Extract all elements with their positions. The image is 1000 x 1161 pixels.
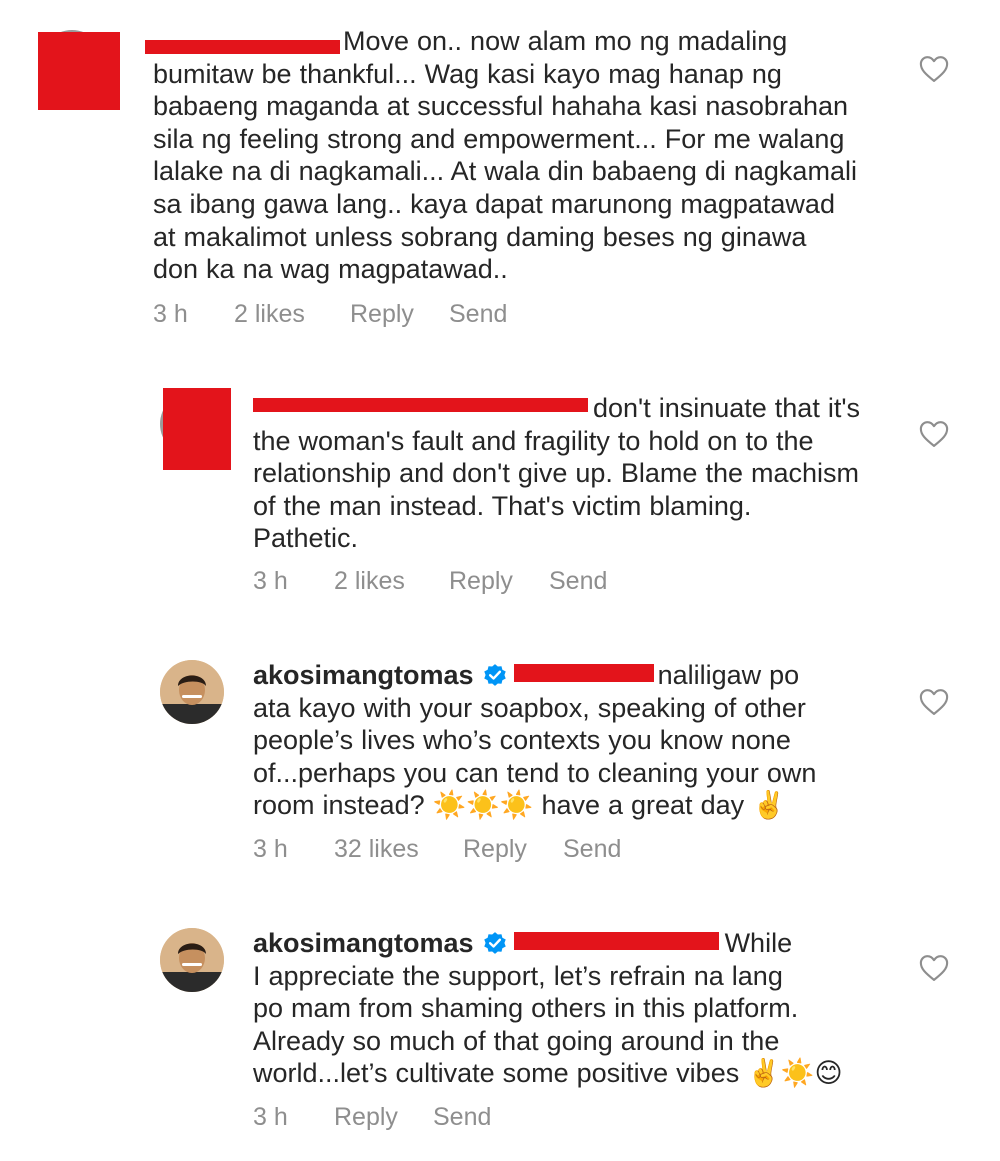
comment-line: room instead? ☀️☀️☀️ have a great day ✌️ [253,790,786,821]
comment-line: sila ng feeling strong and empowerment..… [153,123,845,154]
comment-line: at makalimot unless sobrang daming beses… [153,221,807,252]
comment-line: bumitaw be thankful... Wag kasi kayo mag… [153,58,782,89]
comment-line: ata kayo with your soapbox, speaking of … [253,692,806,723]
profile-photo [160,928,224,992]
comment-line-text: naliligaw po [657,660,800,690]
likes-count[interactable]: 2 likes [234,300,305,329]
comment-text: akosimangtomas While I appreciate the sup… [253,927,913,1090]
heart-outline-icon[interactable] [919,55,949,83]
timestamp: 3 h [253,1103,288,1131]
comment-3: akosimangtomas naliligaw po ata kayo with… [0,650,1000,880]
send-button[interactable]: Send [433,1103,491,1132]
timestamp: 3 h [153,300,188,328]
reply-button[interactable]: Reply [463,835,527,864]
comment-line: akosimangtomas While [253,927,913,960]
comment-line: Pathetic. [253,523,359,554]
send-button[interactable]: Send [449,300,507,329]
comment-1: Move on.. now alam mo ng madaling bumita… [0,0,1000,340]
comment-line: don't insinuate that it's [593,393,860,423]
comment-4: akosimangtomas While I appreciate the sup… [0,918,1000,1148]
username[interactable]: akosimangtomas [253,660,474,690]
comment-line: world...let’s cultivate some positive vi… [253,1058,843,1089]
reply-button[interactable]: Reply [350,300,414,329]
comment-line: people’s lives who’s contexts you know n… [253,725,791,756]
redacted-mention [513,664,654,682]
comment-2: don't insinuate that it's the woman's fa… [0,380,1000,610]
username[interactable]: akosimangtomas [253,928,474,958]
send-button[interactable]: Send [549,567,607,596]
send-button[interactable]: Send [563,835,621,864]
comment-line: of the man instead. That's victim blamin… [253,490,752,521]
comment-line-text: While [724,928,793,958]
comment-line: don ka na wag magpatawad.. [153,254,508,285]
comment-line: relationship and don't give up. Blame th… [253,458,859,489]
likes-count[interactable]: 32 likes [334,835,419,864]
reply-button[interactable]: Reply [334,1103,398,1132]
verified-badge-icon [483,664,506,686]
comment-line: babaeng maganda at successful hahaha kas… [153,91,849,122]
comment-text: don't insinuate that it's the woman's fa… [253,392,913,555]
comment-line: akosimangtomas naliligaw po [253,659,913,692]
redacted-avatar [163,388,231,470]
comment-line: po mam from shaming others in this platf… [253,993,799,1024]
comment-line: sa ibang gawa lang.. kaya dapat marunong… [153,188,835,219]
profile-photo [160,660,224,724]
redacted-mention [513,932,719,950]
heart-outline-icon[interactable] [919,688,949,716]
comment-line: Already so much of that going around in … [253,1025,780,1056]
comment-line: I appreciate the support, let’s refrain … [253,960,783,991]
comment-line: lalake na di nagkamali... At wala din ba… [153,156,857,187]
comment-text: akosimangtomas naliligaw po ata kayo with… [253,659,913,822]
verified-badge-icon [483,932,506,954]
likes-count[interactable]: 2 likes [334,567,405,596]
comment-line: the woman's fault and fragility to hold … [253,425,814,456]
timestamp: 3 h [253,835,288,863]
heart-outline-icon[interactable] [919,420,949,448]
comment-line: of...perhaps you can tend to cleaning yo… [253,757,817,788]
avatar[interactable] [160,660,224,724]
timestamp: 3 h [253,567,288,595]
redacted-avatar [38,32,120,110]
avatar[interactable] [160,928,224,992]
comment-text: Move on.. now alam mo ng madaling bumita… [153,25,913,286]
comment-line: Move on.. now alam mo ng madaling [343,26,788,56]
reply-button[interactable]: Reply [449,567,513,596]
heart-outline-icon[interactable] [919,954,949,982]
